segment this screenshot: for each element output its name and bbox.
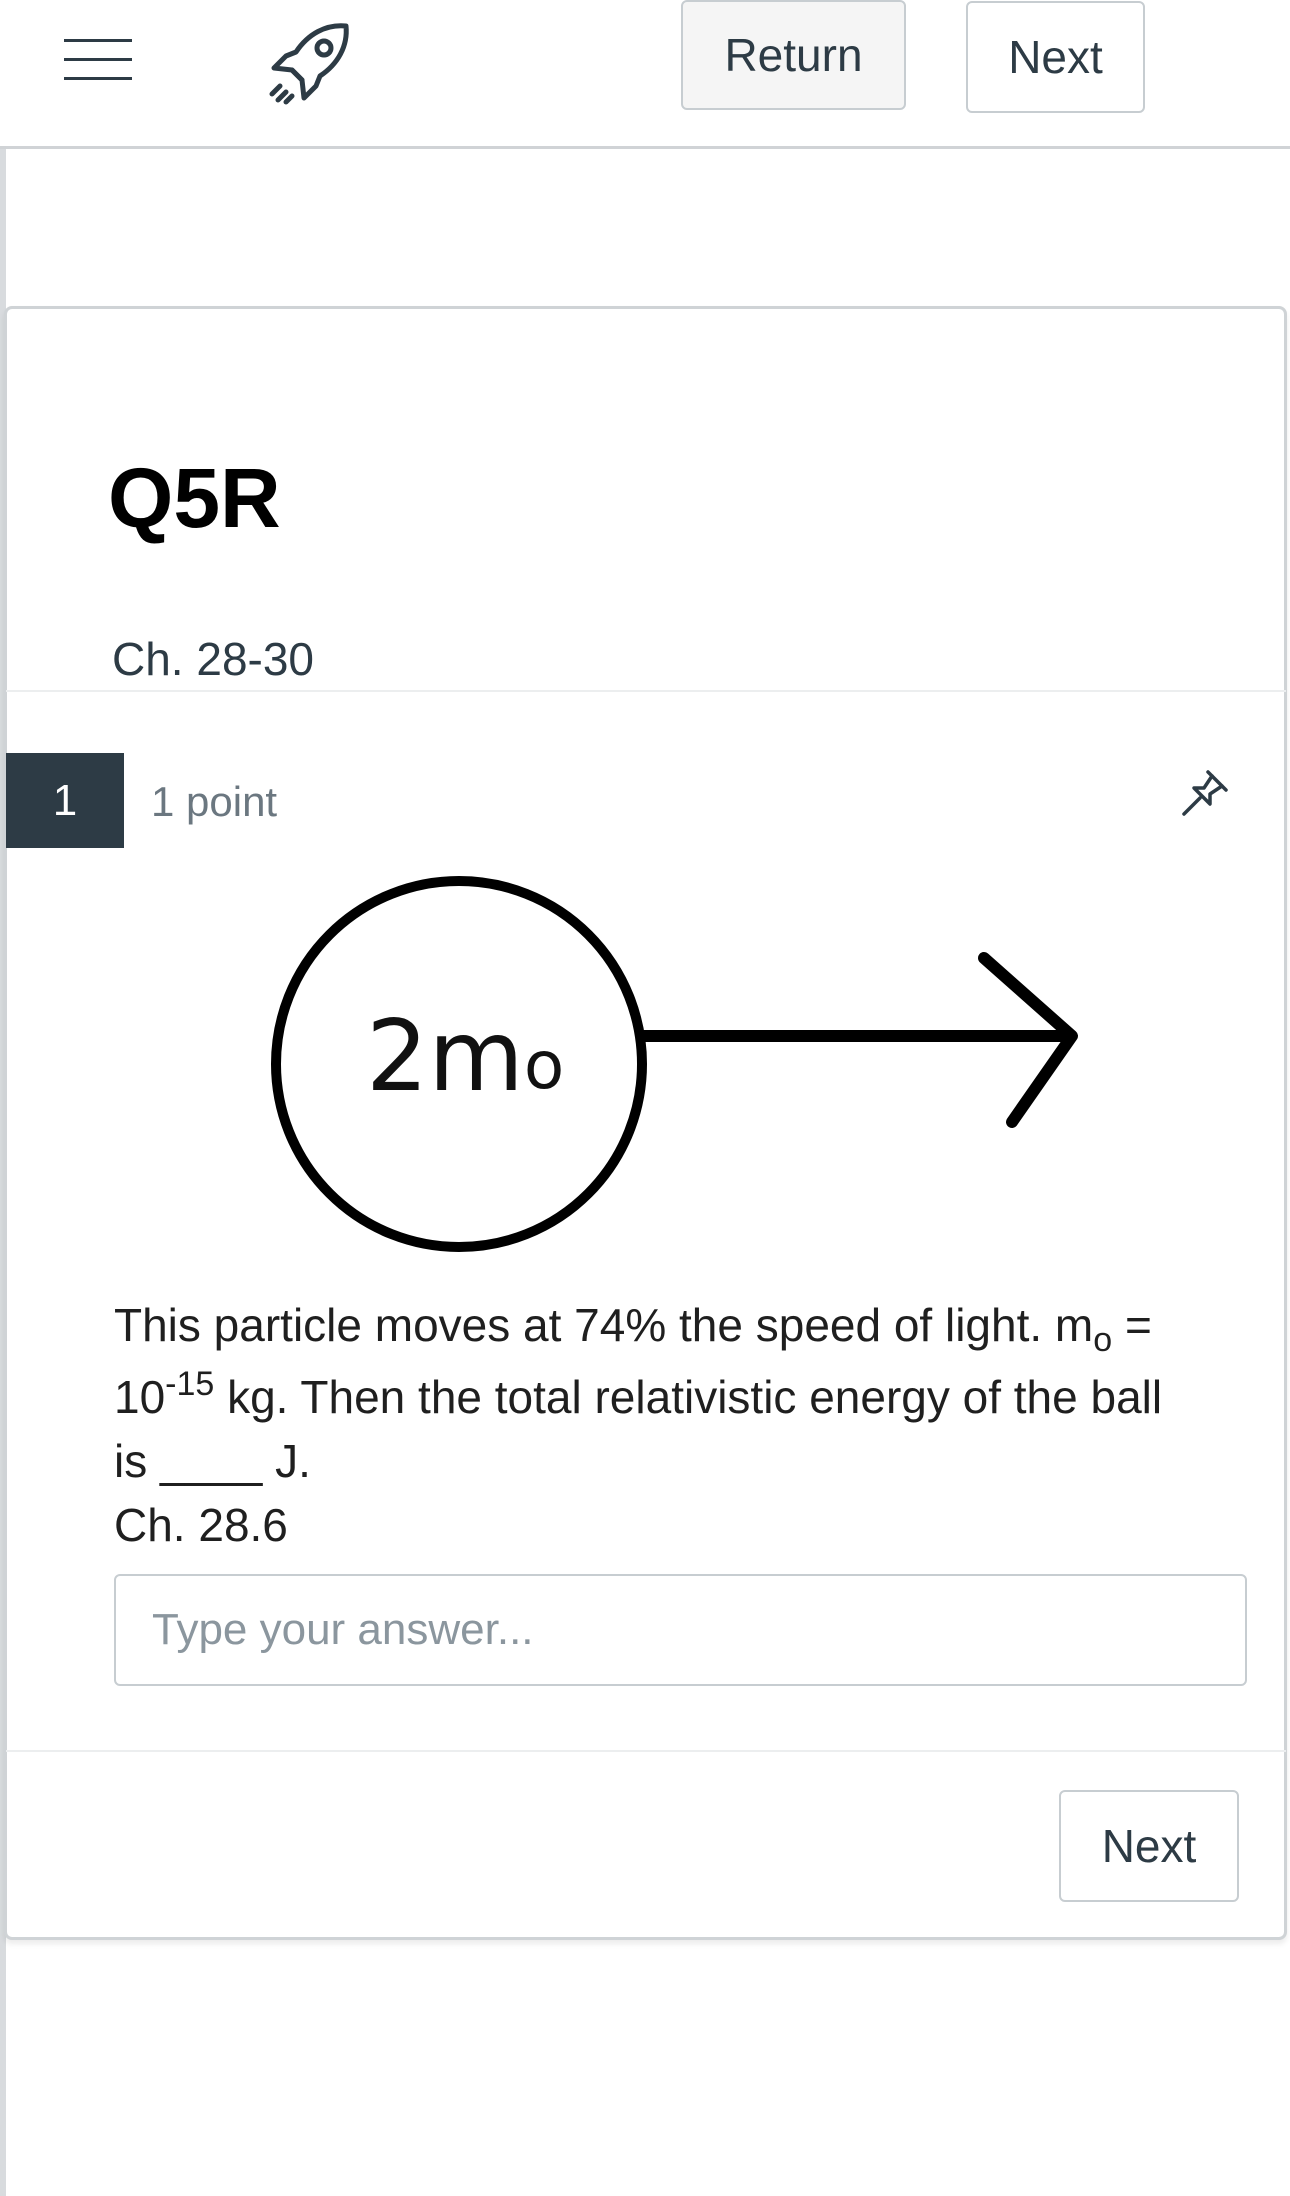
question-text-line-2: 10-15 kg. Then the total relativistic en… — [114, 1365, 1163, 1423]
question-number-badge: 1 — [6, 753, 124, 848]
top-bar: Return Next — [0, 0, 1290, 149]
particle-figure: 2mo — [271, 876, 1078, 1252]
next-button-bottom[interactable]: Next — [1059, 1790, 1239, 1902]
question-reference: Ch. 28.6 — [114, 1499, 288, 1551]
figure-label-main: 2m — [366, 1000, 524, 1114]
next-button-bottom-label: Next — [1101, 1820, 1197, 1872]
quiz-title: Q5R — [108, 451, 281, 545]
pin-icon[interactable] — [1178, 766, 1232, 820]
figure-label-sub: o — [524, 1027, 564, 1104]
answer-input[interactable] — [114, 1574, 1247, 1686]
next-button-top[interactable]: Next — [966, 1, 1145, 113]
quiz-subtitle: Ch. 28-30 — [112, 633, 315, 685]
return-button-label: Return — [724, 29, 863, 81]
return-button[interactable]: Return — [681, 0, 906, 110]
next-button-top-label: Next — [1008, 31, 1103, 83]
question-text-line-1: This particle moves at 74% the speed of … — [114, 1299, 1152, 1359]
question-points: 1 point — [151, 778, 278, 825]
hamburger-menu-icon[interactable] — [64, 36, 132, 84]
header-divider — [6, 690, 1286, 692]
rocket-icon[interactable] — [266, 20, 356, 106]
question-text: This particle moves at 74% the speed of … — [114, 1285, 1224, 1557]
footer-divider — [6, 1750, 1286, 1752]
question-text-line-3: is ____ J. — [114, 1435, 311, 1487]
